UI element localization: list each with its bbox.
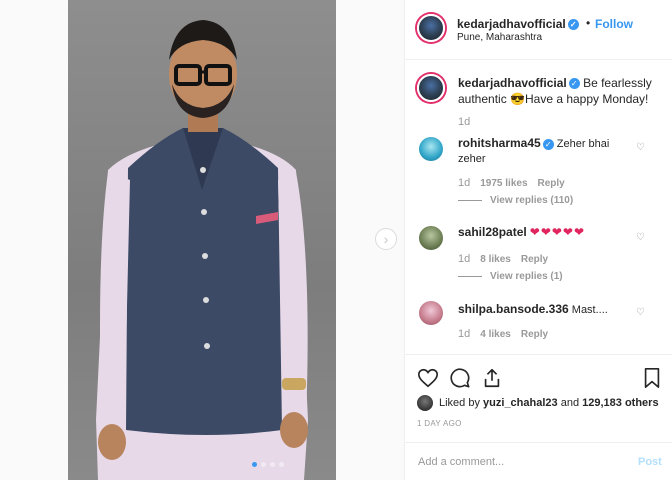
comment-username[interactable]: sahil28patel bbox=[458, 225, 527, 239]
carousel-indicators bbox=[252, 462, 284, 467]
comment-text: shilpa.bansode.336 Mast.... bbox=[458, 302, 638, 318]
liked-by: Liked by yuzi_chahal23 and 129,183 other… bbox=[417, 395, 659, 411]
liked-by-text: Liked by yuzi_chahal23 and 129,183 other… bbox=[439, 397, 659, 409]
divider bbox=[458, 200, 482, 201]
avatar[interactable] bbox=[419, 137, 443, 161]
carousel-dot bbox=[270, 462, 275, 467]
heart-icon[interactable]: ♡ bbox=[636, 232, 645, 243]
carousel-dot bbox=[261, 462, 266, 467]
post-button[interactable]: Post bbox=[638, 456, 662, 468]
bookmark-icon[interactable] bbox=[641, 367, 663, 389]
post-header: kedarjadhavofficial ✓ • Follow Pune, Maha… bbox=[405, 0, 672, 60]
liked-by-prefix: Liked by bbox=[439, 397, 480, 409]
comment-time[interactable]: 1d bbox=[458, 177, 470, 189]
caption-username[interactable]: kedarjadhavofficial bbox=[458, 76, 567, 90]
avatar[interactable] bbox=[419, 301, 443, 325]
heart-icon[interactable] bbox=[417, 367, 439, 389]
avatar[interactable] bbox=[419, 226, 443, 250]
comment-time[interactable]: 1d bbox=[458, 253, 470, 265]
avatar[interactable] bbox=[417, 14, 445, 42]
comment-username[interactable]: shilpa.bansode.336 bbox=[458, 302, 569, 316]
comment-meta: 1d 4 likes Reply bbox=[458, 328, 548, 340]
liked-by-user[interactable]: yuzi_chahal23 bbox=[483, 397, 558, 409]
divider bbox=[458, 276, 482, 277]
caption-text: kedarjadhavofficial ✓ Be fearlessly authe… bbox=[458, 75, 663, 107]
comment-time[interactable]: 1d bbox=[458, 328, 470, 340]
verified-badge-icon: ✓ bbox=[567, 19, 579, 31]
reply-button[interactable]: Reply bbox=[538, 178, 565, 189]
verified-badge-icon: ✓ bbox=[568, 78, 580, 90]
comment-likes[interactable]: 4 likes bbox=[480, 329, 511, 340]
liked-by-conj: and bbox=[560, 397, 580, 409]
comment-text: rohitsharma45 ✓ Zeher bhai zeher bbox=[458, 136, 638, 167]
post-sidebar: kedarjadhavofficial ✓ • Follow Pune, Maha… bbox=[404, 0, 672, 480]
comment-meta: 1d 8 likes Reply bbox=[458, 253, 548, 265]
comment-username[interactable]: rohitsharma45 bbox=[458, 136, 541, 150]
header-separator: • bbox=[586, 16, 591, 30]
carousel-dot bbox=[279, 462, 284, 467]
reply-button[interactable]: Reply bbox=[521, 329, 548, 340]
liked-by-others[interactable]: 129,183 others bbox=[582, 397, 658, 409]
view-replies-label: View replies (110) bbox=[490, 195, 574, 206]
comment-icon[interactable] bbox=[449, 367, 471, 389]
carousel-dot bbox=[252, 462, 257, 467]
add-comment-bar: Add a comment... Post bbox=[405, 442, 672, 480]
avatar[interactable] bbox=[417, 74, 445, 102]
photo-illustration bbox=[96, 20, 308, 480]
heart-icon[interactable]: ♡ bbox=[636, 307, 645, 318]
header-username[interactable]: kedarjadhavofficial ✓ bbox=[457, 17, 579, 31]
caption-time[interactable]: 1d bbox=[458, 116, 470, 128]
share-icon[interactable] bbox=[481, 367, 503, 389]
location-link[interactable]: Pune, Maharashtra bbox=[457, 32, 542, 43]
comment-body: Mast.... bbox=[571, 304, 608, 316]
heart-icon[interactable]: ♡ bbox=[636, 142, 645, 153]
view-replies-button[interactable]: View replies (110) bbox=[458, 195, 573, 206]
comment-text: sahil28patel ❤❤❤❤❤ bbox=[458, 225, 638, 241]
post-photo[interactable] bbox=[68, 0, 336, 480]
view-replies-label: View replies (1) bbox=[490, 271, 563, 282]
post-time[interactable]: 1 DAY AGO bbox=[417, 419, 462, 428]
verified-badge-icon: ✓ bbox=[542, 138, 554, 150]
comment-likes[interactable]: 8 likes bbox=[480, 254, 511, 265]
comment-input[interactable]: Add a comment... bbox=[418, 456, 504, 468]
comment-body: ❤❤❤❤❤ bbox=[529, 225, 586, 239]
avatar[interactable] bbox=[417, 395, 433, 411]
post-actions: Liked by yuzi_chahal23 and 129,183 other… bbox=[405, 354, 672, 479]
comment-likes[interactable]: 1975 likes bbox=[480, 178, 527, 189]
follow-button[interactable]: Follow bbox=[595, 17, 633, 31]
comment-meta: 1d 1975 likes Reply bbox=[458, 177, 565, 189]
view-replies-button[interactable]: View replies (1) bbox=[458, 271, 563, 282]
chevron-right-icon[interactable]: › bbox=[375, 228, 397, 250]
reply-button[interactable]: Reply bbox=[521, 254, 548, 265]
